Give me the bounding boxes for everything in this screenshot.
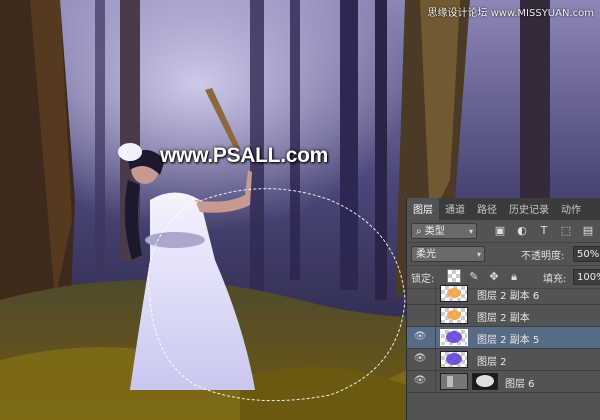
visibility-divider <box>435 305 436 326</box>
orange-blob-icon <box>447 288 461 298</box>
tab-channels[interactable]: 通道 <box>439 198 471 220</box>
layers-list: 图层 2 副本 6 图层 2 副本 👁︎ 图层 2 副本 5 👁︎ 图层 2 👁… <box>407 283 600 393</box>
eye-icon[interactable]: 👁︎ <box>413 374 427 388</box>
layer-thumbnail <box>440 285 468 302</box>
type-filter-icon[interactable]: T <box>537 224 551 238</box>
layer-thumbnail <box>440 373 468 390</box>
search-icon: ⌕ <box>416 226 422 237</box>
layer-row[interactable]: 👁︎ 图层 2 <box>407 349 600 371</box>
orange-blob-icon <box>447 310 461 320</box>
layer-thumbnail <box>440 329 468 346</box>
layer-thumbnail <box>440 351 468 368</box>
filter-kind-value: 类型 <box>424 226 445 237</box>
visibility-divider <box>435 349 436 370</box>
blend-mode-value: 柔光 <box>416 249 436 260</box>
visibility-divider <box>435 327 436 348</box>
layer-name: 图层 2 副本 <box>477 313 530 324</box>
eye-icon[interactable]: 👁︎ <box>413 330 427 344</box>
visibility-divider <box>435 371 436 392</box>
layer-row[interactable]: 图层 2 副本 6 <box>407 283 600 305</box>
visibility-divider <box>435 283 436 304</box>
adjustment-filter-icon[interactable]: ◐ <box>515 224 529 238</box>
chevron-down-icon: ▾ <box>476 250 481 259</box>
layer-row-selected[interactable]: 👁︎ 图层 2 副本 5 <box>407 327 600 349</box>
opacity-field[interactable]: 50% <box>573 246 600 262</box>
shape-filter-icon[interactable]: ⬚ <box>559 224 573 238</box>
layer-row[interactable]: 👁︎ 图层 6 <box>407 371 600 393</box>
layer-row[interactable]: 图层 2 副本 <box>407 305 600 327</box>
layer-name: 图层 2 <box>477 357 507 368</box>
tab-history[interactable]: 历史记录 <box>503 198 555 220</box>
purple-blob-icon <box>446 353 462 365</box>
visibility-toggle[interactable] <box>413 308 427 322</box>
opacity-label: 不透明度: <box>521 251 565 262</box>
tab-paths[interactable]: 路径 <box>471 198 503 220</box>
mask-icon <box>476 375 494 387</box>
lock-all-icon[interactable]: 🔒︎ <box>507 270 521 284</box>
filter-kind-select[interactable]: ⌕ 类型 ▾ <box>411 223 477 239</box>
watermark-site: 思缘设计论坛 www.MISSYUAN.com <box>427 8 594 19</box>
blend-mode-select[interactable]: 柔光 ▾ <box>411 246 485 262</box>
layer-name: 图层 6 <box>505 379 535 390</box>
layer-name: 图层 2 副本 5 <box>477 335 540 346</box>
watermark-psall: www.PSALL.com <box>160 144 329 167</box>
lock-transparency-icon[interactable] <box>447 269 461 283</box>
pixel-filter-icon[interactable]: ▣ <box>493 224 507 238</box>
purple-blob-icon <box>446 331 462 343</box>
filter-row: ⌕ 类型 ▾ ▣ ◐ T ⬚ ▤ <box>407 220 600 243</box>
layers-panel: 图层 通道 路径 历史记录 动作 ⌕ 类型 ▾ ▣ ◐ T ⬚ ▤ 柔光 ▾ 不… <box>406 198 600 420</box>
tab-layers[interactable]: 图层 <box>407 198 439 220</box>
layer-name: 图层 2 副本 6 <box>477 291 540 302</box>
tab-actions[interactable]: 动作 <box>555 198 587 220</box>
blend-row: 柔光 ▾ 不透明度: 50% <box>407 243 600 266</box>
chevron-down-icon: ▾ <box>468 227 473 236</box>
lock-move-icon[interactable]: ✥ <box>487 270 501 284</box>
layer-thumbnail <box>440 307 468 324</box>
layer-mask-thumbnail <box>472 373 498 390</box>
panel-tabs: 图层 通道 路径 历史记录 动作 <box>407 198 600 220</box>
photo-thumbnail-icon <box>441 374 467 389</box>
eye-icon[interactable]: 👁︎ <box>413 352 427 366</box>
smart-object-filter-icon[interactable]: ▤ <box>581 224 595 238</box>
lock-paint-icon[interactable]: ✎ <box>467 270 481 284</box>
visibility-toggle[interactable] <box>413 286 427 300</box>
